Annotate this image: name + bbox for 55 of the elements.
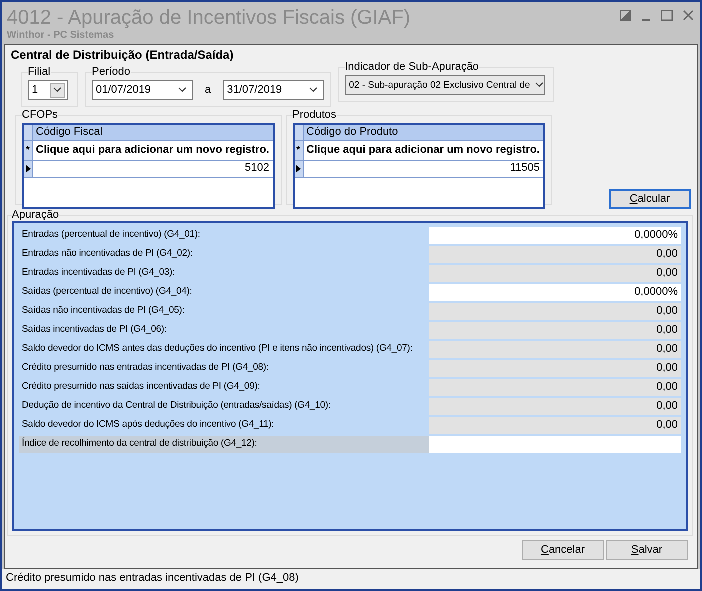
input-field[interactable]: 0,0000% (429, 284, 681, 301)
calculate-button[interactable]: Calcular (609, 189, 691, 209)
field-label: Saídas (percentual de incentivo) (G4_04): (21, 285, 194, 299)
row-pointer-icon (26, 165, 30, 173)
range-separator: a (204, 84, 212, 96)
field-label: Período (92, 66, 131, 78)
readonly-field: 0,00 (429, 303, 681, 320)
field-label: Filial (28, 66, 51, 78)
date-from-picker[interactable]: 01/07/2019 (92, 80, 193, 100)
readonly-field: 0,00 (429, 379, 681, 396)
dialog-button[interactable]: Salvar (606, 540, 688, 560)
status-bar: Crédito presumido nas entradas incentivadas de PI (G4_08) (2, 569, 700, 589)
new-row-marker: * (294, 141, 304, 160)
date-to-picker[interactable]: 31/07/2019 (223, 80, 324, 100)
readonly-field: 0,00 (429, 265, 681, 282)
group-label: Produtos (292, 109, 337, 121)
field-label: Crédito presumido nas entradas incentivadas de PI (G4_08): (21, 361, 270, 375)
window-title: 4012 - Apuração de Incentivos Fiscais (GIAF) (7, 6, 411, 30)
field-label: Índice de recolhimento da central de distribuição (G4_12): (19, 436, 429, 453)
close-icon[interactable] (683, 10, 694, 21)
field-label: Saídas não incentivadas de PI (G4_05): (21, 304, 186, 318)
sub-apuracao-dropdown[interactable]: 02 - Sub-apuração 02 Exclusivo Central de (345, 75, 546, 95)
readonly-field: 0,00 (429, 322, 681, 339)
table-cell-text: 11505 (509, 161, 541, 176)
field-label: Entradas (percentual de incentivo) (G4_01): (21, 228, 202, 242)
field-label: Crédito presumido nas saídas incentivadas de PI (G4_09): (21, 380, 262, 394)
branch-dropdown[interactable]: 1 (28, 80, 68, 100)
field-label: Indicador de Sub-Apuração (345, 61, 480, 73)
window-subtitle: Winthor - PC Sistemas (7, 30, 116, 41)
group-label: Apuração (12, 209, 60, 221)
field-label: Saldo devedor do ICMS antes das deduções do incentivo (PI e itens não incentivados) (G4_07): (21, 342, 414, 356)
add-record-prompt[interactable]: Clique aqui para adicionar um novo registro. (304, 141, 543, 160)
add-record-prompt[interactable]: Clique aqui para adicionar um novo registro. (33, 141, 272, 160)
restore-icon[interactable] (620, 10, 631, 21)
readonly-field: 0,00 (429, 360, 681, 377)
dialog-button[interactable]: Cancelar (522, 540, 604, 560)
readonly-field: 0,00 (429, 398, 681, 415)
grid-row[interactable]: 11505 (294, 161, 543, 178)
input-field[interactable] (429, 436, 681, 453)
maximize-icon[interactable] (661, 10, 673, 21)
new-row-marker: * (24, 141, 33, 160)
group-label: CFOPs (22, 109, 58, 121)
field-label: Entradas incentivadas de PI (G4_03): (21, 266, 176, 280)
row-pointer-icon (296, 165, 301, 173)
grid-row[interactable]: 5102 (24, 161, 272, 178)
readonly-field: 0,00 (429, 341, 681, 358)
readonly-field: 0,00 (429, 417, 681, 434)
field-label: Saídas incentivadas de PI (G4_06): (21, 323, 168, 337)
field-label: Dedução de incentivo da Central de Distribuição (entradas/saídas) (G4_10): (21, 399, 332, 413)
section-heading: Central de Distribuição (Entrada/Saída) (11, 47, 235, 64)
input-field[interactable]: 0,0000% (429, 227, 681, 244)
table-cell-text: 5102 (244, 161, 270, 176)
field-label: Saldo devedor do ICMS após deduções do incentivo (G4_11): (21, 418, 276, 432)
readonly-field: 0,00 (429, 246, 681, 263)
field-label: Entradas não incentivadas de PI (G4_02): (21, 247, 194, 261)
